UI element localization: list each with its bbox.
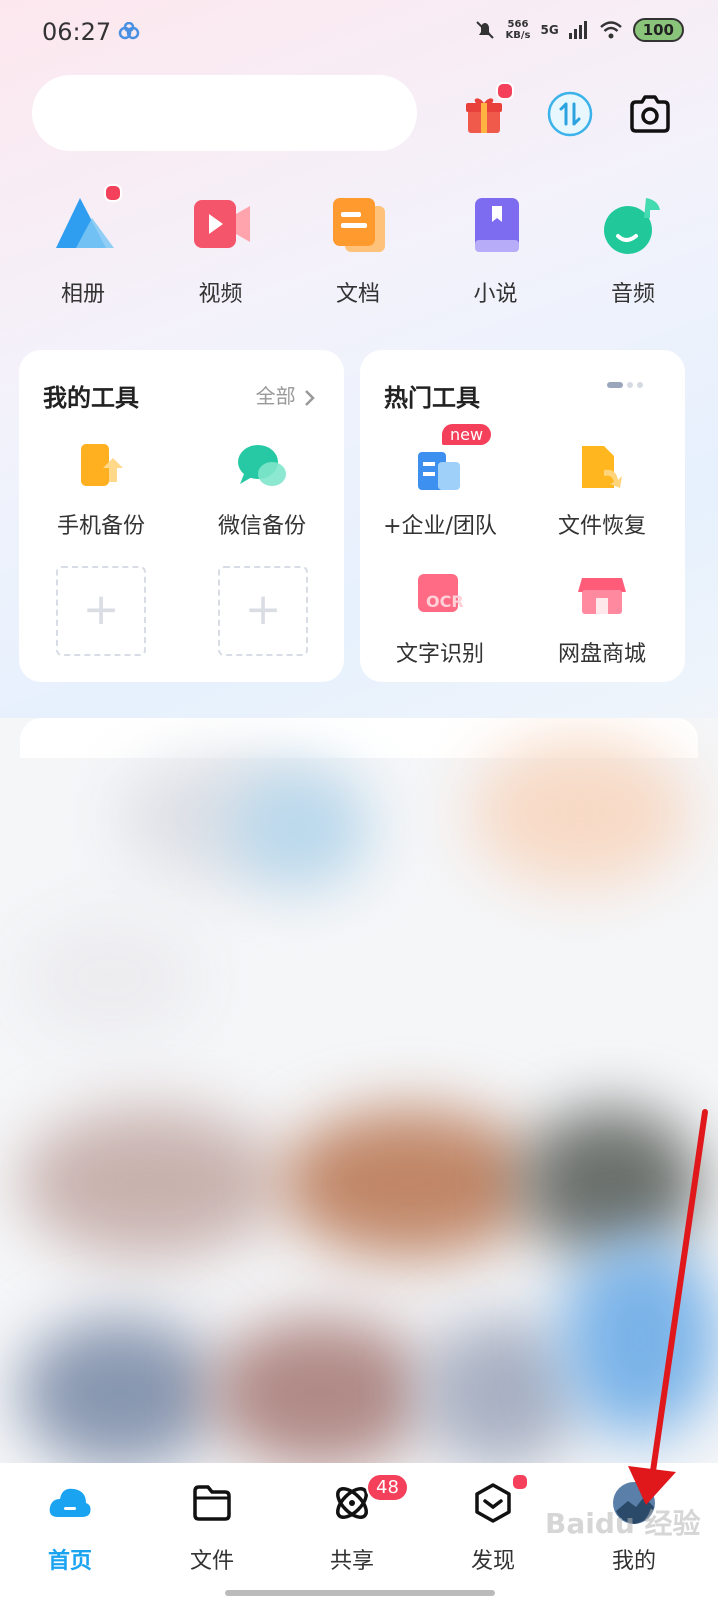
my-tools-card: 我的工具 全部 手机备份 微信备份 + + <box>19 350 344 682</box>
tab-label: 首页 <box>47 1549 92 1574</box>
share-count-badge: 48 <box>366 1473 409 1502</box>
camera-icon <box>630 95 670 133</box>
category-novel[interactable]: 小说 <box>431 190 561 308</box>
category-video[interactable]: 视频 <box>156 190 286 308</box>
status-time: 06:27 <box>42 18 112 46</box>
file-restore-icon <box>582 446 622 488</box>
tab-label: 文件 <box>189 1549 234 1574</box>
scan-camera-button[interactable] <box>626 90 674 138</box>
gift-button[interactable] <box>460 82 514 138</box>
tab-files[interactable]: 文件 <box>152 1481 272 1575</box>
plus-icon: + <box>244 584 282 635</box>
add-tool-slot[interactable]: + <box>56 566 146 656</box>
category-document[interactable]: 文档 <box>293 190 423 308</box>
chevron-right-icon <box>305 389 315 406</box>
hot-tools-card: 热门工具 new +企业/团队 文件恢复 OCR 文字识别 网盘商城 <box>360 350 685 682</box>
tab-label: 发现 <box>470 1549 515 1574</box>
tool-file-restore[interactable]: 文件恢复 <box>522 442 682 540</box>
tool-label: 微信备份 <box>217 514 306 539</box>
tab-home[interactable]: 首页 <box>10 1481 130 1575</box>
document-icon <box>333 198 385 252</box>
all-label: 全部 <box>255 384 296 408</box>
baidu-netdisk-status-icon <box>118 22 140 40</box>
category-album[interactable]: 相册 <box>18 184 148 308</box>
page-indicator <box>607 382 643 388</box>
battery-indicator: 100 <box>632 18 684 42</box>
my-tools-all-link[interactable]: 全部 <box>256 380 316 409</box>
gift-icon <box>466 98 502 133</box>
hot-tools-title: 热门工具 <box>384 384 480 412</box>
tool-label: 网盘商城 <box>557 642 646 667</box>
my-tools-title: 我的工具 <box>43 384 139 412</box>
category-row: 相册 视频 文档 小说 音频 <box>18 184 698 308</box>
tool-ocr[interactable]: OCR 文字识别 <box>360 570 520 668</box>
transfer-updown-icon <box>547 91 593 137</box>
ocr-icon-text: OCR <box>426 592 464 611</box>
gift-notify-dot <box>496 82 514 100</box>
status-bar: 06:27 566 KB/s 5G 100 <box>0 0 718 64</box>
speed-unit: KB/s <box>505 30 531 41</box>
home-indicator <box>225 1590 495 1596</box>
discover-box-icon <box>475 1483 511 1523</box>
add-tool-slot[interactable]: + <box>218 566 308 656</box>
category-label: 视频 <box>198 282 243 307</box>
wifi-icon <box>599 21 622 39</box>
category-label: 音频 <box>610 282 655 307</box>
network-speed: 566 KB/s <box>506 19 531 41</box>
tool-wechat-backup[interactable]: 微信备份 <box>182 442 342 540</box>
discover-notify-dot <box>511 1473 529 1491</box>
category-label: 小说 <box>473 282 518 307</box>
mute-bell-icon <box>475 21 494 39</box>
tab-label: 我的 <box>611 1549 656 1574</box>
video-icon <box>193 200 250 248</box>
tool-phone-backup[interactable]: 手机备份 <box>21 442 181 540</box>
folder-icon <box>193 1485 231 1521</box>
baidu-watermark: Baidu 经验 <box>545 1507 701 1540</box>
speed-value: 566 <box>507 19 529 30</box>
network-type: 5G <box>540 23 559 37</box>
category-label: 文档 <box>335 282 380 307</box>
category-label: 相册 <box>60 282 105 307</box>
transfer-button[interactable] <box>546 90 594 138</box>
blurred-feed-content <box>0 718 718 1463</box>
phone-backup-icon <box>81 444 123 486</box>
tab-label: 共享 <box>329 1549 374 1574</box>
tool-label: 文件恢复 <box>557 514 646 539</box>
search-bar[interactable] <box>32 75 417 151</box>
tool-store[interactable]: 网盘商城 <box>522 570 682 668</box>
new-badge: new <box>442 424 492 445</box>
tool-enterprise-team[interactable]: new +企业/团队 <box>360 424 520 540</box>
home-cloud-icon <box>49 1488 91 1517</box>
album-notify-dot <box>104 184 122 202</box>
signal-icon <box>568 21 587 39</box>
tool-label: +企业/团队 <box>383 514 497 539</box>
store-icon <box>578 578 626 614</box>
enterprise-team-icon <box>418 452 460 490</box>
category-audio[interactable]: 音频 <box>568 190 698 308</box>
plus-icon: + <box>82 584 120 635</box>
wechat-backup-icon <box>238 445 286 486</box>
tool-label: 手机备份 <box>56 514 145 539</box>
audio-icon <box>604 198 660 254</box>
tool-label: 文字识别 <box>395 642 484 667</box>
tab-discover[interactable]: 发现 <box>433 1473 553 1575</box>
tab-share[interactable]: 48 共享 <box>292 1473 412 1575</box>
novel-icon <box>474 198 519 252</box>
